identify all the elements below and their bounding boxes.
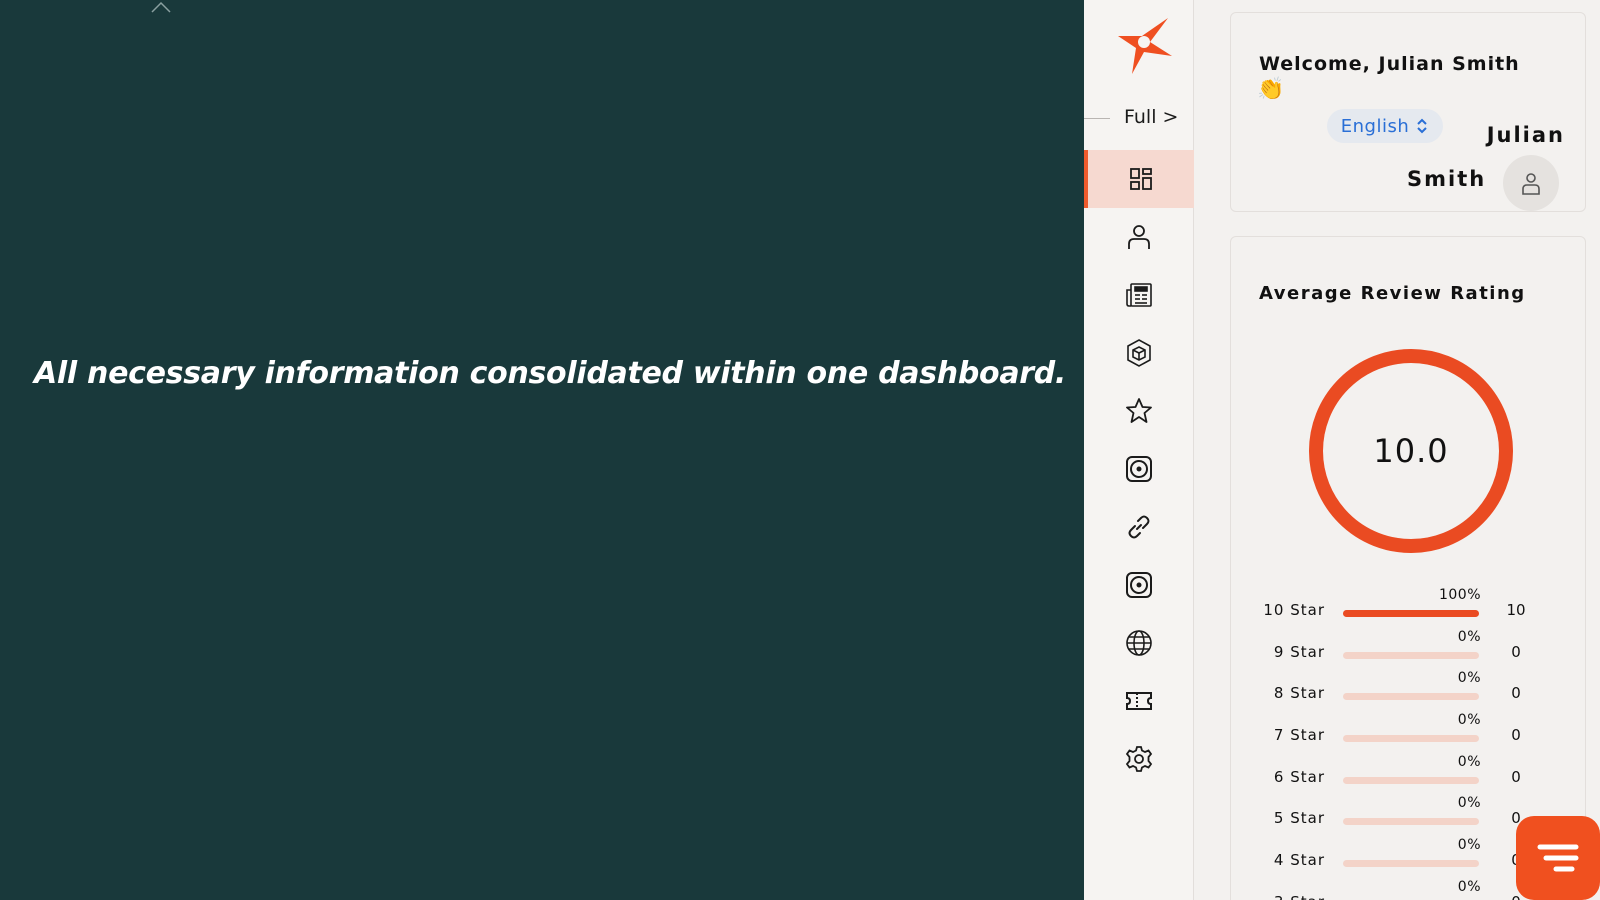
full-toggle-label: Full >: [1124, 106, 1179, 128]
link-icon: [1128, 515, 1150, 539]
star-row-count: 0: [1511, 726, 1521, 745]
star-row-bar: [1343, 776, 1479, 784]
star-row-label: 7 Star: [1273, 726, 1325, 745]
star-row-bar: [1343, 693, 1479, 701]
star-row: 8 Star 0% 0: [1231, 670, 1587, 714]
clapping-hands-icon: 👏: [1257, 77, 1285, 102]
chat-button[interactable]: [1516, 816, 1600, 900]
sidebar-item-settings[interactable]: [1084, 730, 1194, 788]
star-row: 9 Star 0% 0: [1231, 628, 1587, 673]
sidebar-item-news[interactable]: [1084, 266, 1194, 324]
sidebar-item-widget-2[interactable]: [1084, 556, 1194, 614]
sidebar-item-tickets[interactable]: [1084, 672, 1194, 730]
star-row-count: 0: [1511, 767, 1521, 786]
avatar[interactable]: [1503, 155, 1559, 211]
star-row-bar: [1343, 735, 1479, 743]
star-row-count: 0: [1511, 684, 1521, 703]
sidebar-item-reviews[interactable]: [1084, 382, 1194, 440]
chat-icon: [1537, 844, 1579, 872]
star-row-label: 6 Star: [1273, 767, 1325, 786]
promo-headline: All necessary information consolidated w…: [34, 356, 1067, 391]
star-row: 10 Star 100% 10: [1231, 587, 1587, 631]
star-row-percent: 0%: [1457, 795, 1481, 812]
star-row-label: 8 Star: [1273, 684, 1325, 703]
newspaper-icon: [1126, 283, 1152, 307]
starburst-logo[interactable]: [1114, 14, 1178, 78]
user-first-name: Julian: [1486, 123, 1565, 147]
star-row-percent: 0%: [1457, 628, 1481, 645]
star-row-bar: [1343, 860, 1479, 868]
gear-icon: [1125, 746, 1153, 772]
rating-title: Average Review Rating: [1259, 283, 1526, 304]
star-row: 7 Star 0% 0: [1231, 712, 1587, 756]
star-row-label: 5 Star: [1273, 809, 1325, 828]
welcome-card: Welcome, Julian Smith 👏 English Julian S…: [1230, 12, 1586, 212]
welcome-title: Welcome, Julian Smith: [1259, 53, 1520, 75]
sidebar-item-widget[interactable]: [1084, 440, 1194, 498]
star-row-bar: [1343, 818, 1479, 826]
star-row-percent: 0%: [1457, 753, 1481, 770]
target-square-icon: [1126, 572, 1152, 598]
sidebar-item-website[interactable]: [1084, 614, 1194, 672]
globe-icon: [1126, 630, 1152, 656]
sidebar: Full >: [1084, 0, 1194, 900]
star-row-percent: 0%: [1457, 878, 1481, 895]
star-icon: [1126, 398, 1152, 423]
sidebar-item-profile[interactable]: [1084, 208, 1194, 266]
star-row-bar: [1343, 651, 1479, 659]
rating-average: 10.0: [1373, 432, 1449, 470]
ticket-icon: [1126, 692, 1152, 710]
chevron-up-icon[interactable]: [150, 0, 172, 14]
star-row-label: 10 Star: [1263, 601, 1325, 619]
star-row-label: 3 Star: [1274, 893, 1325, 900]
star-row-percent: 0%: [1457, 670, 1481, 687]
star-row-label: 9 Star: [1273, 642, 1325, 661]
star-row-label: 4 Star: [1273, 851, 1325, 870]
language-select-label: English: [1340, 115, 1410, 137]
star-row-percent: 0%: [1457, 837, 1481, 854]
dashboard-icon: [1130, 168, 1152, 190]
full-toggle[interactable]: Full >: [1084, 104, 1194, 132]
sidebar-nav: [1084, 150, 1194, 788]
chevron-updown-icon: [1417, 118, 1427, 134]
promo-panel: All necessary information consolidated w…: [0, 0, 1084, 900]
user-last-name: Smith: [1407, 167, 1487, 191]
star-row-count: 10: [1506, 601, 1526, 619]
star-row-percent: 100%: [1438, 587, 1481, 603]
sidebar-item-integrations[interactable]: [1084, 324, 1194, 382]
language-select[interactable]: English: [1327, 109, 1443, 143]
hexagon-cube-icon: [1127, 339, 1151, 367]
star-row: 6 Star 0% 0: [1231, 753, 1587, 798]
sidebar-item-dashboard[interactable]: [1084, 150, 1194, 208]
divider: [1084, 118, 1110, 119]
target-square-icon: [1126, 456, 1152, 482]
rating-card: Average Review Rating 10.0 10 Star 100% 10…: [1230, 236, 1586, 900]
sidebar-item-links[interactable]: [1084, 498, 1194, 556]
star-row-percent: 0%: [1457, 712, 1481, 729]
user-icon: [1522, 173, 1540, 195]
star-row-count: 0: [1511, 642, 1521, 661]
star-row-bar: [1343, 610, 1479, 617]
main-content: Welcome, Julian Smith 👏 English Julian S…: [1194, 0, 1600, 900]
user-icon: [1128, 225, 1150, 249]
star-row-bar-fill: [1343, 610, 1479, 617]
